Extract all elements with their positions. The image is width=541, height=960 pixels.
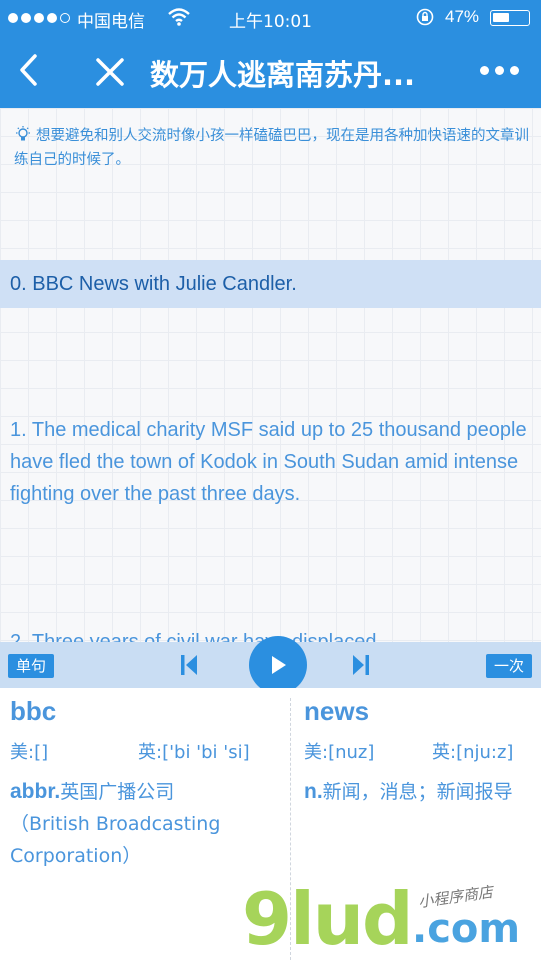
meaning-line: 英国广播公司 [60, 781, 175, 803]
page-title: 数万人逃离南苏丹... [150, 58, 416, 92]
us-pronunciation[interactable]: 美:[] [10, 738, 48, 764]
dictionary-entry[interactable]: news 美:[nuz] 英:[nju:z] n.新闻，消息；新闻报导 [304, 696, 541, 808]
tip-text: 想要避免和别人交流时像小孩一样磕磕巴巴，现在是用各种加快语速的文章训练自己的时候… [14, 128, 529, 168]
battery-percent: 47% [445, 7, 480, 26]
repeat-once-button[interactable]: 一次 [486, 654, 533, 678]
sentence-0[interactable]: 0. BBC News with Julie Candler. [0, 260, 541, 308]
tip-banner: 想要避免和别人交流时像小孩一样磕磕巴巴，现在是用各种加快语速的文章训练自己的时候… [14, 124, 532, 172]
nav-bar: 数万人逃离南苏丹... [0, 36, 541, 108]
entry-word: bbc [10, 696, 57, 726]
meaning-line: Corporation） [10, 845, 142, 867]
more-menu-icon[interactable] [480, 66, 519, 75]
next-track-icon[interactable] [350, 653, 372, 677]
uk-pronunciation[interactable]: 英:['bi 'bi 'si] [138, 738, 250, 764]
single-sentence-mode-button[interactable]: 单句 [8, 654, 55, 678]
lightbulb-icon [16, 126, 30, 141]
sentence-1[interactable]: 1. The medical charity MSF said up to 25… [0, 414, 541, 510]
entry-definition: n.新闻，消息；新闻报导 [304, 776, 541, 808]
part-of-speech: n. [304, 780, 323, 803]
previous-track-icon[interactable] [178, 653, 200, 677]
part-of-speech: abbr. [10, 780, 61, 803]
watermark-logo-text: 9lud [242, 877, 414, 960]
us-pronunciation[interactable]: 美:[nuz] [304, 738, 374, 764]
pronunciation-row: 美:[] 英:['bi 'bi 'si] [10, 738, 286, 774]
battery-icon [490, 10, 530, 26]
status-bar: 中国电信 上午10:01 47% [0, 0, 541, 36]
close-icon[interactable] [92, 54, 128, 90]
top-bar: 中国电信 上午10:01 47% 数万人逃离南苏丹... [0, 0, 541, 108]
article-content[interactable]: 想要避免和别人交流时像小孩一样磕磕巴巴，现在是用各种加快语速的文章训练自己的时候… [0, 108, 541, 642]
watermark-domain: .com [412, 906, 521, 952]
watermark-logo: 9lud 小程序商店 .com [242, 878, 541, 960]
play-icon [272, 656, 286, 674]
play-button[interactable] [249, 636, 307, 694]
entry-word: news [304, 696, 370, 726]
back-chevron-icon[interactable] [14, 52, 44, 88]
rotation-lock-icon [416, 8, 434, 26]
uk-pronunciation[interactable]: 英:[nju:z] [432, 738, 513, 764]
entry-definition: abbr.英国广播公司 （British Broadcasting Corpor… [10, 776, 286, 872]
meaning-line: （British Broadcasting [10, 813, 221, 835]
pronunciation-row: 美:[nuz] 英:[nju:z] [304, 738, 541, 774]
player-bar: 单句 一次 [0, 636, 541, 694]
meaning-line: 新闻，消息；新闻报导 [322, 781, 513, 803]
dictionary-entry[interactable]: bbc 美:[] 英:['bi 'bi 'si] abbr.英国广播公司 （Br… [10, 696, 286, 872]
